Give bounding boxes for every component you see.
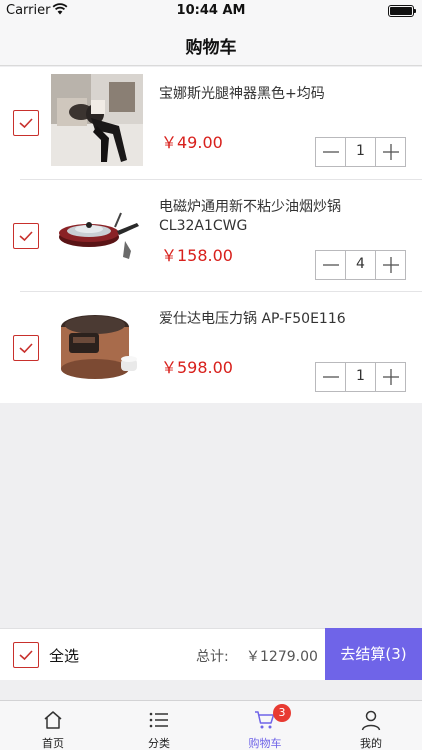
home-icon (44, 711, 62, 729)
plus-icon (383, 257, 399, 273)
cart-list: 宝娜斯光腿神器黑色+均码 ￥49.00 1 电磁炉通用新不粘少油烟炒锅CL32A… (0, 67, 422, 403)
increase-button[interactable] (375, 138, 405, 166)
plus-icon (383, 369, 399, 385)
tab-home[interactable]: 首页 (0, 701, 106, 750)
quantity-stepper: 4 (315, 250, 406, 280)
item-checkbox[interactable] (13, 223, 39, 249)
check-icon (19, 231, 33, 242)
quantity-stepper: 1 (315, 362, 406, 392)
tab-profile[interactable]: 我的 (318, 701, 422, 750)
checkout-button[interactable]: 去结算(3) (325, 628, 422, 680)
check-icon (19, 343, 33, 354)
list-icon (149, 712, 168, 728)
tab-home-label: 首页 (42, 737, 64, 750)
quantity-value[interactable]: 4 (346, 256, 375, 272)
minus-icon (323, 376, 339, 378)
minus-icon (323, 151, 339, 153)
product-price: ￥598.00 (161, 358, 233, 377)
product-price: ￥49.00 (161, 133, 223, 152)
tab-bar: 首页 分类 3 购物车 我的 (0, 700, 422, 750)
tab-category[interactable]: 分类 (106, 701, 212, 750)
profile-icon (361, 710, 381, 731)
item-checkbox[interactable] (13, 335, 39, 361)
cart-count-badge: 3 (273, 704, 291, 722)
quantity-stepper: 1 (315, 137, 406, 167)
decrease-button[interactable] (316, 251, 346, 279)
status-bar: Carrier 10:44 AM (0, 0, 422, 22)
plus-icon (383, 144, 399, 160)
product-tights-photo (51, 74, 143, 166)
product-name: 宝娜斯光腿神器黑色+均码 (159, 86, 325, 102)
total-label: 总计: (196, 649, 229, 665)
page-title: 购物车 (185, 38, 237, 58)
minus-icon (323, 264, 339, 266)
product-name: 电磁炉通用新不粘少油烟炒锅CL32A1CWG (159, 199, 341, 234)
checkout-bar: 全选 总计: ￥1279.00 去结算(3) (0, 628, 422, 680)
increase-button[interactable] (375, 363, 405, 391)
item-checkbox[interactable] (13, 110, 39, 136)
tab-profile-label: 我的 (360, 737, 382, 750)
product-pressure-cooker-photo (51, 299, 143, 391)
cart-item: 宝娜斯光腿神器黑色+均码 ￥49.00 1 (0, 67, 422, 179)
decrease-button[interactable] (316, 363, 346, 391)
product-image[interactable] (51, 74, 143, 166)
navigation-bar: 购物车 (0, 22, 422, 66)
cart-item: 电磁炉通用新不粘少油烟炒锅CL32A1CWG ￥158.00 4 (13, 179, 422, 291)
select-all-label[interactable]: 全选 (49, 645, 79, 666)
clock: 10:44 AM (176, 3, 246, 18)
product-price: ￥158.00 (161, 246, 233, 265)
battery-icon (388, 5, 416, 17)
product-wok-photo (51, 187, 143, 279)
check-icon (19, 118, 33, 129)
tab-cart[interactable]: 3 购物车 (212, 701, 318, 750)
product-image[interactable] (51, 187, 143, 279)
quantity-value[interactable]: 1 (346, 368, 375, 384)
total-value: ￥1279.00 (246, 649, 318, 665)
cart-item: 爱仕达电压力锅 AP-F50E116 ￥598.00 1 (13, 291, 422, 403)
select-all-checkbox[interactable] (13, 642, 39, 668)
tab-cart-label: 购物车 (248, 737, 282, 750)
tab-category-label: 分类 (148, 737, 170, 750)
check-icon (19, 650, 33, 661)
product-image[interactable] (51, 299, 143, 391)
product-name: 爱仕达电压力锅 AP-F50E116 (159, 311, 346, 327)
decrease-button[interactable] (316, 138, 346, 166)
increase-button[interactable] (375, 251, 405, 279)
quantity-value[interactable]: 1 (346, 143, 375, 159)
